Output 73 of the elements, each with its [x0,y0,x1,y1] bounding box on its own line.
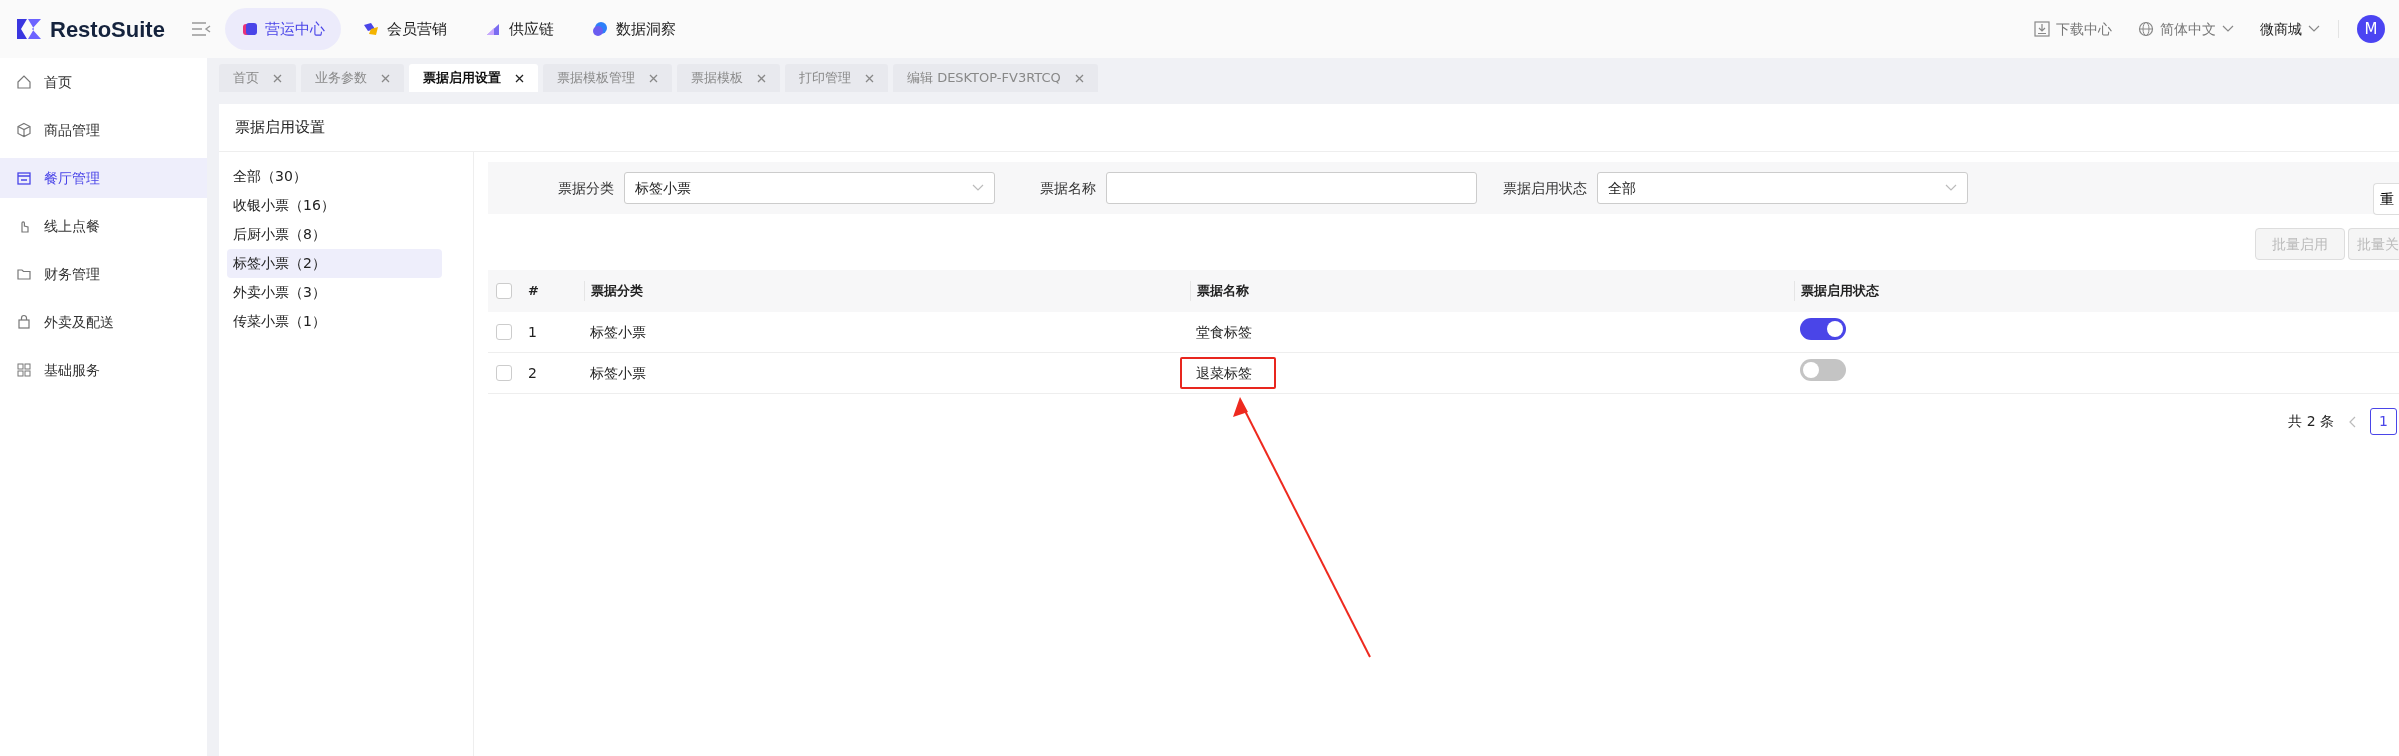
chevron-icon [1945,184,1957,192]
folder-icon [16,266,32,282]
close-icon [649,73,658,83]
cube-icon [240,21,257,37]
total-count: 共 2 条 [2288,412,2335,431]
close-icon [515,73,524,83]
close-icon [273,73,282,83]
checkbox[interactable] [496,324,512,340]
column-header: 票据启用状态 [1801,283,1879,299]
highlighted-cell: 退菜标签 [1180,356,1276,389]
store-icon [16,170,32,186]
category-item[interactable]: 传菜小票（1） [227,307,442,336]
store-dropdown[interactable]: 微商城 [2260,18,2320,40]
column-header: 票据分类 [591,283,643,299]
close-icon [1074,73,1084,83]
download-icon [2034,21,2050,37]
reset-button[interactable]: 重 [2373,183,2399,215]
table-cell: 标签小票 [590,323,646,340]
page-tab[interactable]: 票据启用设置 [409,64,538,92]
globe-icon [2138,21,2154,37]
checkbox[interactable] [496,283,512,299]
download-link[interactable]: 下载中心 [2034,18,2112,40]
filter-label: 票据分类 [558,178,614,198]
category-item[interactable]: 标签小票（2） [227,249,442,278]
table-cell: 标签小票 [590,364,646,381]
sidebar-item[interactable]: 财务管理 [0,254,207,294]
toggle-switch[interactable] [1800,359,1846,381]
chevron-icon [972,184,984,192]
language-dropdown[interactable]: 简体中文 [2138,18,2234,40]
sidebar-item[interactable]: 基础服务 [0,350,207,390]
caret-icon [2308,25,2320,33]
close-icon [865,73,874,83]
close-icon [381,73,390,83]
input-field[interactable] [1106,172,1477,204]
sidebar-item[interactable]: 外卖及配送 [0,302,207,342]
column-header: # [528,283,539,299]
sidebar-item[interactable]: 首页 [0,62,207,102]
sidebar-item[interactable]: 餐厅管理 [0,158,207,198]
column-header: 票据名称 [1197,283,1249,299]
avatar[interactable]: M [2357,15,2385,43]
select-field[interactable]: 全部 [1597,172,1968,204]
module-tab[interactable]: 会员营销 [346,7,463,51]
page-title: 票据启用设置 [235,117,325,139]
checkbox[interactable] [496,365,512,381]
filter-label: 票据名称 [1040,178,1096,198]
orb-icon [591,21,608,37]
category-item[interactable]: 后厨小票（8） [227,220,442,249]
sidebar-item[interactable]: 线上点餐 [0,206,207,246]
table-cell: 1 [528,323,537,340]
logo-icon [16,18,42,40]
toggle-switch[interactable] [1800,318,1846,340]
filter-label: 票据启用状态 [1503,178,1587,198]
home-icon [16,74,32,90]
module-tab[interactable]: 数据洞察 [575,7,692,51]
table-cell: 堂食标签 [1196,323,1252,340]
prev-icon [2348,415,2357,428]
module-tab[interactable]: 营运中心 [224,7,341,51]
menu-icon [190,21,211,37]
grid-icon [16,362,32,378]
diamond-icon [362,21,379,37]
bag-icon [16,314,32,330]
table-cell: 2 [528,364,537,381]
category-item[interactable]: 外卖小票（3） [227,278,442,307]
select-field[interactable]: 标签小票 [624,172,995,204]
brand-name: RestoSuite [50,15,165,44]
category-item[interactable]: 收银小票（16） [227,191,442,220]
caret-icon [2222,25,2234,33]
sidebar-item[interactable]: 商品管理 [0,110,207,150]
page-button[interactable]: 1 [2370,408,2397,435]
cube-icon [16,122,32,138]
module-tab[interactable]: 供应链 [468,7,570,51]
category-item[interactable]: 全部（30） [227,162,442,191]
close-icon [757,73,766,83]
